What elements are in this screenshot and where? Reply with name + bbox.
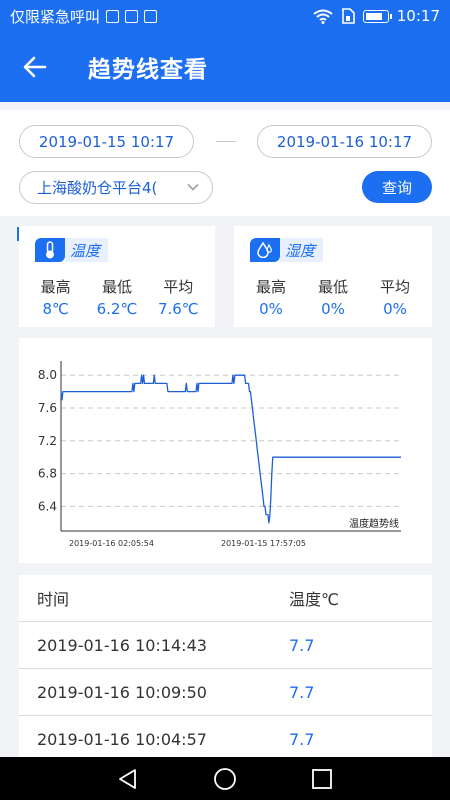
temperature-label: 温度 — [65, 238, 109, 262]
row-temp: 7.7 — [289, 682, 315, 702]
humidity-min: 最低 0% — [305, 276, 361, 318]
arrow-left-icon — [23, 56, 47, 78]
humidity-avg-value: 0% — [383, 300, 407, 318]
x-tick-label: 2019-01-15 17:57:05 — [221, 539, 306, 548]
humidity-min-value: 0% — [321, 300, 345, 318]
clock: 10:17 — [396, 7, 440, 25]
page-title: 趋势线查看 — [88, 57, 208, 83]
end-time-picker[interactable]: 2019-01-16 10:17 — [257, 125, 432, 158]
nav-back-icon[interactable] — [117, 768, 139, 790]
header-temp: 温度℃ — [289, 590, 339, 609]
gallery-icon — [106, 9, 120, 23]
table-row: 2019-01-16 10:09:50 7.7 — [19, 669, 432, 716]
status-left: 仅限紧急呼叫 — [10, 6, 158, 27]
sim-icon — [341, 8, 355, 24]
x-tick-label: 2019-01-16 02:05:54 — [69, 539, 154, 548]
chevron-down-icon — [187, 183, 199, 191]
y-tick-label: 6.8 — [38, 467, 57, 481]
app-notification-icon — [144, 9, 158, 23]
battery-icon — [362, 9, 392, 23]
temperature-avg: 平均 7.6℃ — [150, 276, 206, 318]
humidity-header: 湿度 — [250, 238, 324, 262]
nav-home-icon[interactable] — [213, 767, 237, 791]
date-separator — [216, 141, 236, 142]
wifi-icon — [313, 9, 333, 24]
app-bar: 趋势线查看 — [0, 32, 450, 102]
row-time: 2019-01-16 10:04:57 — [37, 729, 207, 749]
temperature-trend-chart: 8.0 7.6 7.2 6.8 6.4 温度趋势线 2019-01-16 02:05:54 2… — [38, 361, 401, 548]
row-time: 2019-01-16 10:09:50 — [37, 682, 207, 702]
thermometer-icon — [35, 238, 65, 262]
trend-chart-card: 8.0 7.6 7.2 6.8 6.4 温度趋势线 2019-01-16 02:05:54 2… — [19, 338, 432, 563]
calendar-icon — [125, 9, 139, 23]
table-row: 2019-01-16 10:14:43 7.7 — [19, 622, 432, 669]
temperature-series-line — [60, 374, 401, 524]
row-temp: 7.7 — [289, 729, 315, 749]
humidity-stats-card: 湿度 最高 0% 最低 0% 平均 0% — [234, 226, 432, 327]
filter-card: 2019-01-15 10:17 2019-01-16 10:17 上海酸奶仓平… — [0, 110, 450, 216]
humidity-avg: 平均 0% — [367, 276, 423, 318]
query-button[interactable]: 查询 — [362, 171, 432, 203]
site-select[interactable]: 上海酸奶仓平台4( — [19, 171, 213, 204]
header-time: 时间 — [37, 590, 70, 609]
temperature-avg-value: 7.6℃ — [157, 300, 199, 318]
humidity-max-value: 0% — [259, 300, 283, 318]
temperature-max-value: 8℃ — [42, 300, 69, 318]
y-tick-label: 6.4 — [38, 499, 57, 513]
temperature-header: 温度 — [35, 238, 109, 262]
temperature-stats-card: 温度 最高 8℃ 最低 6.2℃ 平均 7.6℃ — [19, 226, 215, 327]
y-tick-label: 7.6 — [38, 401, 57, 415]
row-time: 2019-01-16 10:14:43 — [37, 635, 207, 655]
status-bar: 仅限紧急呼叫 10:17 — [0, 0, 450, 32]
system-nav-bar — [0, 757, 450, 800]
y-tick-label: 7.2 — [38, 434, 57, 448]
data-table: 时间 温度℃ 2019-01-16 10:14:43 7.7 2019-01-1… — [19, 575, 432, 760]
back-button[interactable] — [0, 32, 70, 102]
carrier-text: 仅限紧急呼叫 — [10, 7, 101, 26]
temperature-max: 最高 8℃ — [28, 276, 84, 318]
chart-legend: 温度趋势线 — [349, 517, 399, 530]
temperature-min: 最低 6.2℃ — [89, 276, 145, 318]
row-temp: 7.7 — [289, 635, 315, 655]
water-drop-icon — [250, 238, 280, 262]
humidity-label: 湿度 — [280, 238, 324, 262]
site-select-value: 上海酸奶仓平台4( — [37, 179, 158, 197]
temperature-min-value: 6.2℃ — [96, 300, 138, 318]
table-row: 2019-01-16 10:04:57 7.7 — [19, 716, 432, 760]
status-right: 10:17 — [313, 7, 440, 25]
nav-recents-icon[interactable] — [311, 768, 333, 790]
table-header: 时间 温度℃ — [19, 575, 432, 622]
start-time-picker[interactable]: 2019-01-15 10:17 — [19, 125, 194, 158]
humidity-max: 最高 0% — [243, 276, 299, 318]
y-tick-label: 8.0 — [38, 368, 57, 382]
